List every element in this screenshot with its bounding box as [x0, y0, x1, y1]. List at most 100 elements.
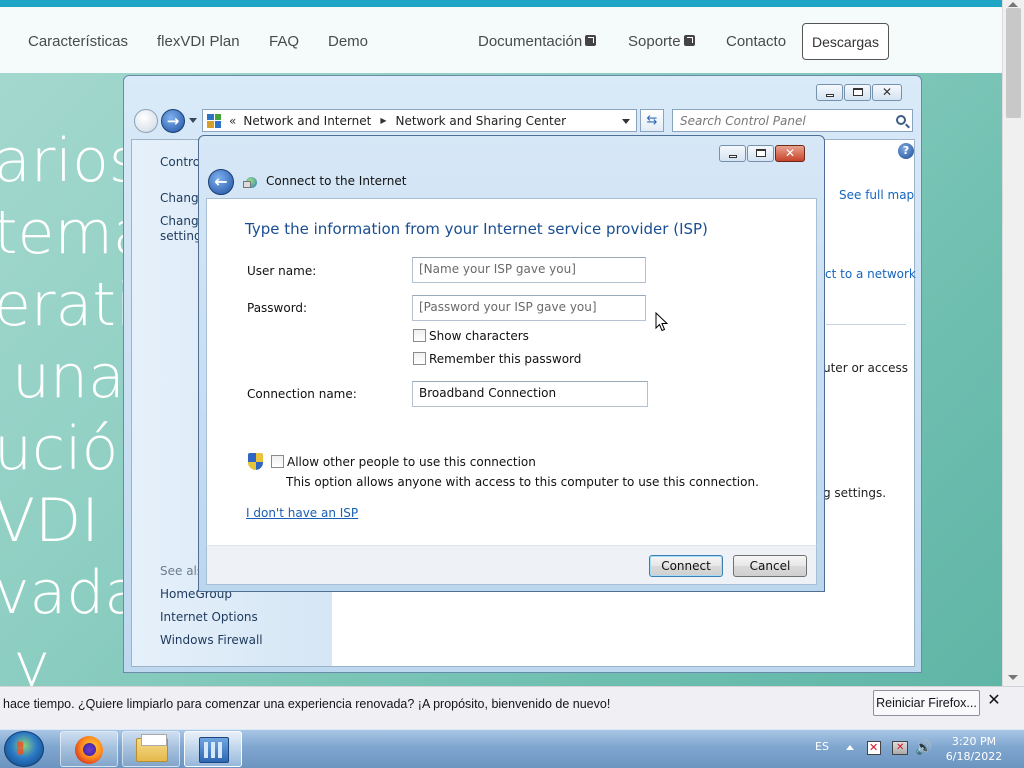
taskbar: ES 🔊 3:20 PM 6/18/2022 [0, 729, 1024, 768]
remember-password-checkbox[interactable] [413, 352, 426, 365]
show-characters-checkbox[interactable] [413, 329, 426, 342]
language-indicator[interactable]: ES [815, 740, 829, 753]
see-full-map-link[interactable]: See full map [839, 188, 914, 202]
hero-line: una [12, 342, 125, 412]
remember-password-label[interactable]: Remember this password [429, 352, 581, 366]
scroll-down-icon[interactable] [1008, 675, 1018, 680]
taskbar-firefox[interactable] [60, 731, 118, 767]
page-scrollbar[interactable] [1002, 0, 1024, 686]
connection-name-input[interactable]: Broadband Connection [412, 381, 648, 407]
window-controls: ✕ [816, 84, 902, 101]
dialog-minimize-button[interactable] [719, 145, 746, 162]
hero-line: VDI [0, 486, 99, 556]
action-center-flag-icon[interactable] [867, 741, 881, 755]
cancel-button[interactable]: Cancel [733, 555, 807, 577]
connection-name-value: Broadband Connection [419, 386, 557, 400]
nav-soporte[interactable]: Soporte [628, 33, 695, 50]
dialog-close-button[interactable]: ✕ [775, 145, 805, 162]
hero-line: tema [0, 198, 134, 268]
download-button[interactable]: Descargas [802, 23, 889, 60]
dialog-title: Connect to the Internet [266, 174, 407, 188]
back-arrow-icon: ← [214, 172, 228, 191]
allow-others-label[interactable]: Allow other people to use this connectio… [287, 455, 536, 469]
nav-contacto[interactable]: Contacto [726, 33, 786, 50]
refresh-icon: ⇆ [646, 113, 658, 128]
network-icon[interactable] [892, 741, 908, 755]
allow-others-checkbox[interactable] [271, 455, 284, 468]
access-description: uter or access [823, 361, 908, 375]
sidebar-link-windows-firewall[interactable]: Windows Firewall [160, 633, 263, 647]
address-bar[interactable]: « Network and Internet ▶ Network and Sha… [202, 109, 637, 132]
external-link-icon [683, 35, 695, 46]
dialog-heading: Type the information from your Internet … [245, 220, 708, 238]
nav-demo[interactable]: Demo [328, 33, 368, 50]
connect-button[interactable]: Connect [649, 555, 723, 577]
maximize-icon [853, 88, 863, 96]
refresh-button[interactable]: ⇆ [640, 109, 664, 132]
close-icon: ✕ [784, 146, 796, 160]
scroll-up-icon[interactable] [1008, 2, 1018, 7]
breadcrumb-separator-icon[interactable]: ▶ [380, 116, 386, 125]
start-button[interactable] [4, 731, 44, 767]
control-panel-icon [207, 113, 221, 128]
section-divider [826, 324, 906, 325]
password-placeholder: [Password your ISP gave you] [419, 300, 597, 314]
minimize-icon [729, 155, 737, 158]
connect-to-network-link[interactable]: ct to a network [825, 267, 916, 281]
minimize-icon [826, 94, 834, 97]
site-top-bar [0, 0, 1024, 7]
dialog-maximize-button[interactable] [747, 145, 774, 162]
address-dropdown-icon[interactable] [622, 119, 630, 124]
nav-faq[interactable]: FAQ [269, 33, 299, 50]
minimize-button[interactable] [816, 84, 843, 101]
sidebar-item-control-panel-home[interactable]: Control [160, 155, 203, 169]
hero-line: vada [0, 558, 134, 628]
search-placeholder: Search Control Panel [680, 114, 806, 128]
sidebar-link-internet-options[interactable]: Internet Options [160, 610, 258, 624]
connection-name-label: Connection name: [247, 387, 357, 401]
clock[interactable]: 3:20 PM 6/18/2022 [938, 734, 1010, 764]
forward-button[interactable]: → [161, 109, 185, 133]
maximize-button[interactable] [844, 84, 871, 101]
password-input[interactable]: [Password your ISP gave you] [412, 295, 646, 321]
search-icon[interactable] [896, 115, 906, 125]
user-name-label: User name: [247, 264, 317, 278]
password-label: Password: [247, 301, 308, 315]
firefox-notification-bar: hace tiempo. ¿Quiere limpiarlo para come… [0, 686, 1024, 729]
nav-caracteristicas[interactable]: Características [28, 33, 128, 50]
volume-icon[interactable]: 🔊 [915, 740, 932, 756]
show-hidden-icons-icon[interactable] [846, 745, 854, 750]
nav-documentacion[interactable]: Documentación [478, 33, 597, 50]
user-name-input[interactable]: [Name your ISP gave you] [412, 257, 646, 283]
dialog-back-button[interactable]: ← [208, 169, 234, 195]
clock-date: 6/18/2022 [945, 750, 1003, 763]
restart-firefox-button[interactable]: Reiniciar Firefox... [873, 690, 980, 716]
address-chevrons[interactable]: « [229, 114, 236, 128]
clock-time: 3:20 PM [951, 735, 997, 748]
search-input[interactable]: Search Control Panel [672, 109, 913, 132]
forward-arrow-icon: → [166, 112, 180, 130]
nav-soporte-label: Soporte [628, 33, 681, 50]
scroll-thumb[interactable] [1006, 8, 1021, 118]
dialog-window-controls: ✕ [719, 145, 805, 162]
user-name-placeholder: [Name your ISP gave you] [419, 262, 576, 276]
breadcrumb-sharing-center[interactable]: Network and Sharing Center [395, 114, 566, 128]
no-isp-link[interactable]: I don't have an ISP [246, 506, 358, 520]
hero-text: arios tema erati una ució VDI vada y [0, 125, 134, 695]
breadcrumb-network-internet[interactable]: Network and Internet [243, 114, 371, 128]
dialog-footer: Connect Cancel [206, 545, 817, 585]
navigation-bar: → « Network and Internet ▶ Network and S… [132, 107, 914, 135]
taskbar-explorer[interactable] [122, 731, 180, 767]
dialog-body: Type the information from your Internet … [206, 198, 817, 545]
taskbar-control-panel[interactable] [184, 731, 242, 767]
close-notification-icon[interactable]: ✕ [986, 692, 1002, 708]
help-icon[interactable]: ? [898, 143, 914, 159]
back-button[interactable] [134, 109, 158, 133]
recent-pages-dropdown-icon[interactable] [189, 118, 197, 123]
hero-line: arios [0, 126, 134, 196]
hero-line: erati [0, 270, 133, 340]
show-characters-label[interactable]: Show characters [429, 329, 529, 343]
firefox-icon [75, 736, 103, 764]
nav-flexvdi-plan[interactable]: flexVDI Plan [157, 33, 240, 50]
close-button[interactable]: ✕ [872, 84, 902, 101]
